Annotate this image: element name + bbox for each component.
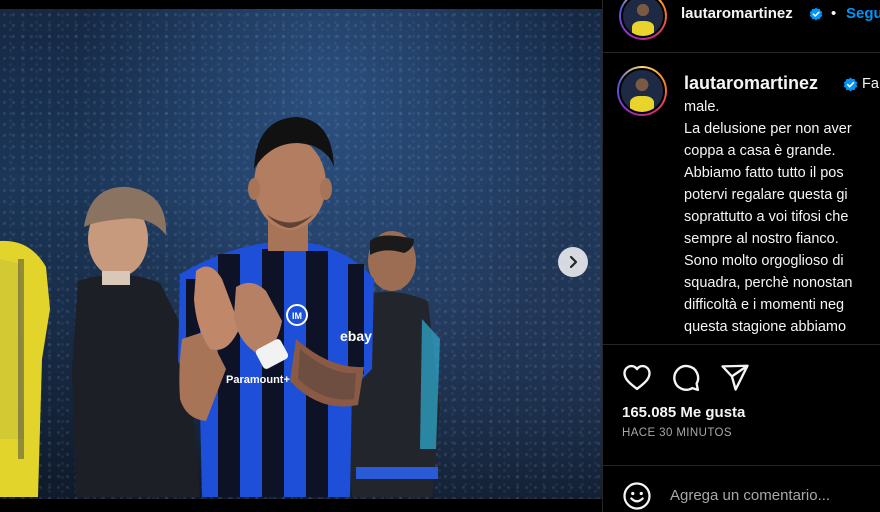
comment-separator bbox=[603, 465, 880, 466]
svg-text:IM: IM bbox=[292, 311, 302, 321]
avatar[interactable] bbox=[619, 0, 667, 40]
caption-username[interactable]: lautaromartinez bbox=[684, 73, 818, 94]
caption-line: questa stagione abbiamo bbox=[684, 319, 847, 335]
caption-line: Sono molto orgoglioso di bbox=[684, 253, 844, 269]
header-separator bbox=[603, 52, 880, 53]
header-dot: • bbox=[831, 5, 837, 22]
follow-button[interactable]: Segu bbox=[846, 5, 880, 22]
caption-line: potervi regalare questa gi bbox=[684, 187, 848, 203]
caption-line: coppa a casa è grande. bbox=[684, 143, 836, 159]
bottom-border bbox=[0, 499, 602, 512]
actions-separator bbox=[603, 344, 880, 345]
avatar-image bbox=[621, 0, 665, 38]
post-header: lautaromartinez • Segu bbox=[603, 0, 880, 52]
chevron-right-icon bbox=[569, 255, 578, 269]
post-photo[interactable]: IM ebay Paramount+ bbox=[0, 9, 602, 499]
caption-first-word: Fa bbox=[862, 76, 879, 92]
header-username[interactable]: lautaromartinez bbox=[681, 5, 793, 22]
smiley-icon[interactable] bbox=[622, 481, 652, 511]
caption-line: difficoltà e i momenti neg bbox=[684, 297, 845, 313]
caption-line: male. bbox=[684, 99, 720, 115]
heart-icon[interactable] bbox=[622, 363, 652, 391]
caption-line: Abbiamo fatto tutto il pos bbox=[684, 165, 844, 181]
verified-badge-icon bbox=[843, 77, 858, 92]
caption-line: sempre al nostro fianco. bbox=[684, 231, 839, 247]
post-timestamp[interactable]: HACE 30 MINUTOS bbox=[622, 427, 732, 439]
paper-plane-icon[interactable] bbox=[720, 363, 750, 391]
main-player: IM ebay Paramount+ bbox=[178, 117, 374, 497]
caption-line: soprattutto a voi tifosi che bbox=[684, 209, 849, 225]
next-photo-button[interactable] bbox=[558, 247, 588, 277]
steward-figure bbox=[0, 240, 50, 497]
jersey-sponsor2: Paramount+ bbox=[226, 374, 290, 386]
comment-bubble-icon[interactable] bbox=[671, 363, 701, 393]
caption-avatar-image bbox=[619, 68, 665, 114]
caption-line: La delusione per non aver bbox=[684, 121, 852, 137]
likes-count[interactable]: 165.085 Me gusta bbox=[622, 404, 745, 421]
verified-badge-icon bbox=[809, 7, 823, 21]
caption-text: male. La delusione per non aver coppa a … bbox=[684, 96, 880, 343]
jersey-sponsor: ebay bbox=[340, 328, 372, 344]
caption-line: squadra, perchè nonostan bbox=[684, 275, 853, 291]
photo-scene: IM ebay Paramount+ bbox=[0, 117, 440, 497]
panel-divider bbox=[602, 0, 603, 512]
caption-avatar[interactable] bbox=[617, 66, 667, 116]
comment-input[interactable] bbox=[670, 487, 870, 504]
